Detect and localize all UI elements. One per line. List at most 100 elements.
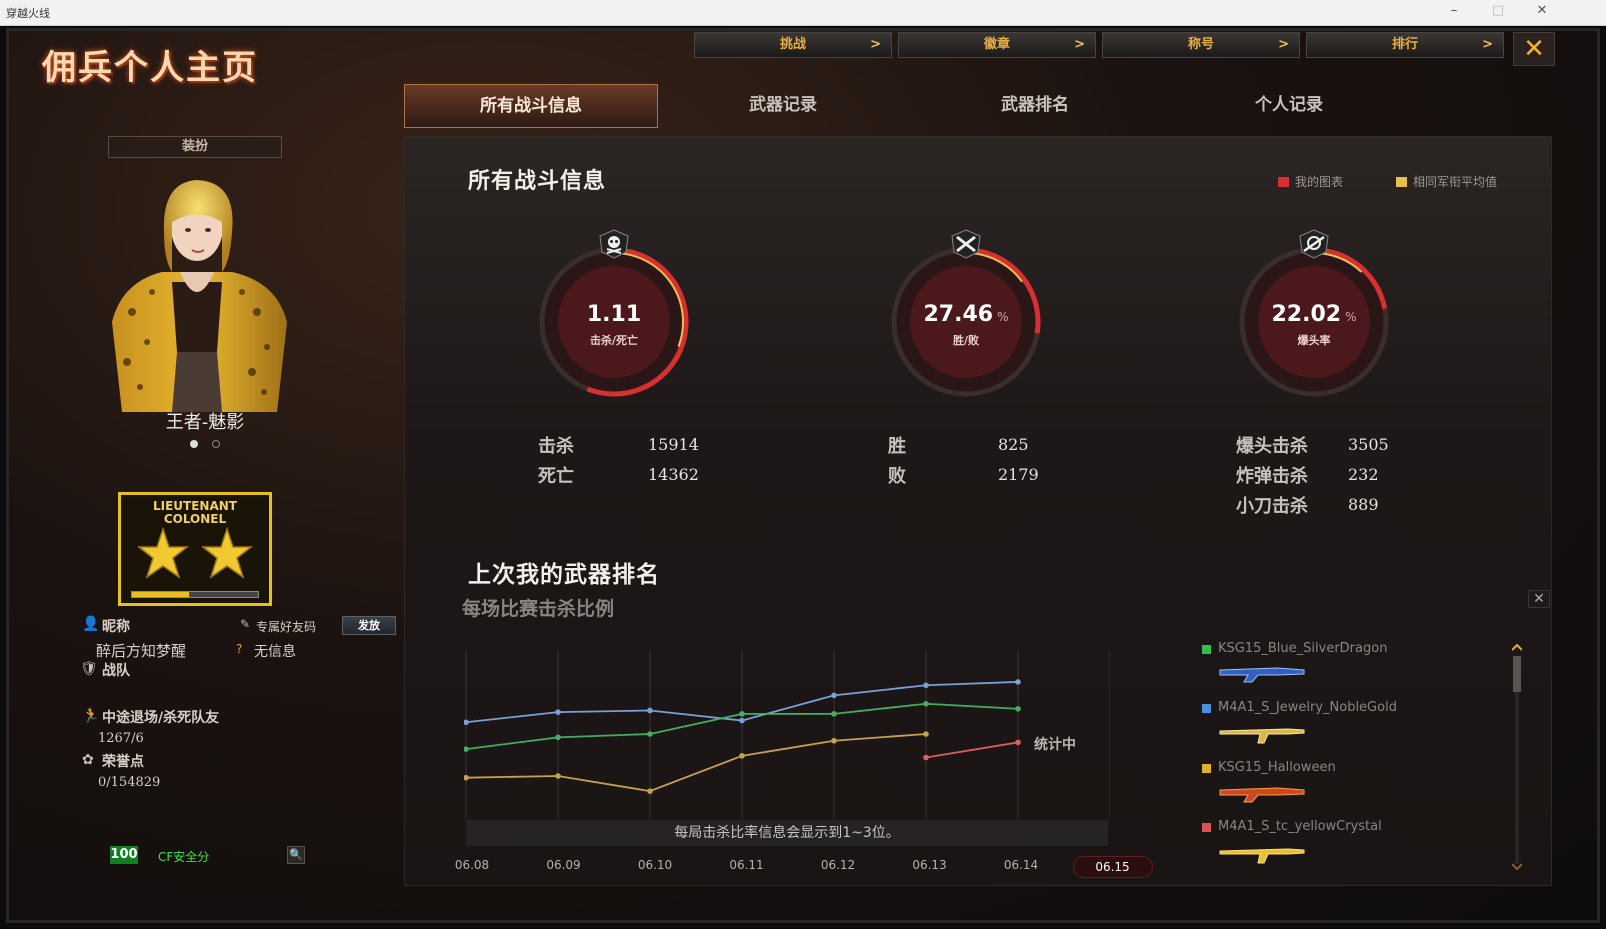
x-tick-label[interactable]: 06.11 [717, 858, 777, 872]
minimize-icon[interactable]: – [1444, 3, 1464, 18]
data-point[interactable] [647, 731, 653, 737]
window-close-icon[interactable]: ✕ [1532, 3, 1552, 18]
nickname-value: 醉后方知梦醒 [96, 642, 187, 660]
kd-label: 击杀/死亡 [589, 334, 639, 347]
quit-value: 1267/6 [98, 731, 144, 746]
rank-text-2: COLONEL [163, 512, 227, 526]
kd-value: 1.11 [534, 302, 694, 327]
headshot-icon [1299, 229, 1329, 259]
tab-all-battle-info[interactable]: 所有战斗信息 [404, 84, 658, 128]
data-point[interactable] [464, 746, 469, 752]
data-point[interactable] [1015, 706, 1021, 712]
data-point[interactable] [555, 773, 561, 779]
data-point[interactable] [923, 731, 929, 737]
shotgun-icon [1219, 667, 1305, 683]
skull-icon [599, 229, 629, 259]
x-tick-label[interactable]: 06.13 [900, 858, 960, 872]
close-icon[interactable]: ✕ [1528, 590, 1550, 608]
character-name: 王者-魅影 [165, 412, 245, 433]
honor-value: 0/154829 [98, 775, 161, 790]
legend-swatch-avg [1396, 177, 1407, 187]
x-tick-label[interactable]: 06.09 [534, 858, 594, 872]
data-point[interactable] [647, 707, 653, 714]
friend-code-label: 专属好友码 [256, 620, 317, 634]
headshot-kill-label: 爆头击杀 [1236, 436, 1308, 457]
search-icon[interactable]: 🔍 [287, 846, 305, 864]
ranking-button[interactable]: 排行 > [1306, 32, 1504, 58]
weapon-rank-title: 上次我的武器排名 [468, 562, 660, 588]
page-title: 佣兵个人主页 [42, 48, 258, 88]
weapon-list-scrollbar[interactable] [1512, 644, 1522, 870]
maximize-icon[interactable]: □ [1488, 3, 1508, 18]
lose-label: 败 [888, 466, 906, 487]
x-tick-label[interactable]: 06.14 [991, 858, 1051, 872]
headshot-rate-unit: % [1345, 310, 1357, 324]
weapon-name[interactable]: KSG15_Blue_SilverDragon [1218, 641, 1387, 656]
win-rate-gauge: 27.46% 胜/败 [886, 229, 1046, 402]
data-point[interactable] [464, 719, 469, 726]
no-info-text: 无信息 [254, 644, 296, 660]
title-button[interactable]: 称号 > [1102, 32, 1300, 58]
weapon-name[interactable]: KSG15_Halloween [1218, 760, 1336, 775]
tab-personal-records[interactable]: 个人记录 [1162, 84, 1416, 128]
data-point[interactable] [555, 709, 561, 715]
carousel-dot-active[interactable] [190, 440, 198, 448]
data-point[interactable] [464, 774, 469, 781]
outfit-button[interactable]: 装扮 [108, 136, 282, 158]
data-point[interactable] [923, 754, 929, 761]
headshot-gauge: 22.02% 爆头率 [1234, 229, 1394, 402]
weapon-rank-subtitle: 每场比赛击杀比例 [462, 598, 615, 620]
data-point[interactable] [923, 682, 929, 689]
chart-note: 每局击杀比率信息会显示到1~3位。 [466, 820, 1108, 846]
honor-label: 荣誉点 [102, 754, 144, 770]
badge-button[interactable]: 徽章 > [898, 32, 1096, 58]
weapon-name[interactable]: M4A1_S_Jewelry_NobleGold [1218, 700, 1397, 715]
data-point[interactable] [555, 734, 561, 741]
data-point[interactable] [739, 711, 745, 717]
ranking-label: 排行 [1391, 37, 1418, 52]
kd-number: 1.11 [586, 302, 642, 327]
weapon-swatch [1202, 764, 1211, 773]
tab-weapon-ranking[interactable]: 武器排名 [908, 84, 1162, 128]
tab-weapon-records[interactable]: 武器记录 [656, 84, 910, 128]
weapon-swatch [1202, 823, 1211, 832]
legend-mine: 我的图表 [1278, 173, 1343, 190]
legend-avg-label: 相同军衔平均值 [1413, 175, 1498, 189]
knife-kill-label: 小刀击杀 [1236, 496, 1308, 517]
win-rate-label: 胜/败 [952, 334, 980, 347]
legend-avg: 相同军衔平均值 [1396, 173, 1497, 190]
x-tick-label[interactable]: 06.12 [808, 858, 868, 872]
knife-kill-value: 889 [1348, 495, 1379, 514]
data-point[interactable] [831, 711, 837, 717]
send-button[interactable]: 发放 [342, 616, 396, 635]
shotgun-icon [1219, 787, 1305, 803]
series-line [465, 733, 927, 793]
x-tick-label[interactable]: 06.10 [625, 858, 685, 872]
challenge-button[interactable]: 挑战 > [694, 32, 892, 58]
win-rate-unit: % [997, 310, 1009, 324]
rank-progress-bar [131, 591, 259, 598]
data-point[interactable] [647, 788, 653, 794]
kd-gauge: 1.11 击杀/死亡 [534, 229, 694, 402]
chevron-right-icon: > [1278, 37, 1289, 52]
challenge-label: 挑战 [779, 37, 806, 52]
chevron-right-icon: > [1482, 37, 1493, 52]
x-tick-label[interactable]: 06.15 [1072, 856, 1153, 878]
x-tick-label[interactable]: 06.08 [442, 858, 502, 872]
data-point[interactable] [739, 753, 745, 759]
data-point[interactable] [1015, 679, 1021, 685]
win-rate-value: 27.46% [886, 302, 1046, 327]
window-titlebar: 穿越火线 – □ ✕ [0, 0, 1606, 26]
rank-badge: LIEUTENANT COLONEL [118, 492, 272, 606]
star-icon [136, 527, 254, 579]
close-button[interactable]: ✕ [1513, 32, 1555, 66]
data-point[interactable] [831, 737, 837, 744]
weapon-name[interactable]: M4A1_S_tc_yellowCrystal [1218, 819, 1382, 834]
data-point[interactable] [831, 692, 837, 699]
win-value: 825 [998, 435, 1029, 454]
data-point[interactable] [1015, 739, 1021, 746]
data-point[interactable] [923, 700, 929, 707]
data-point[interactable] [739, 717, 745, 724]
carousel-dot[interactable] [212, 440, 220, 448]
running-icon: 🏃 [82, 708, 100, 724]
